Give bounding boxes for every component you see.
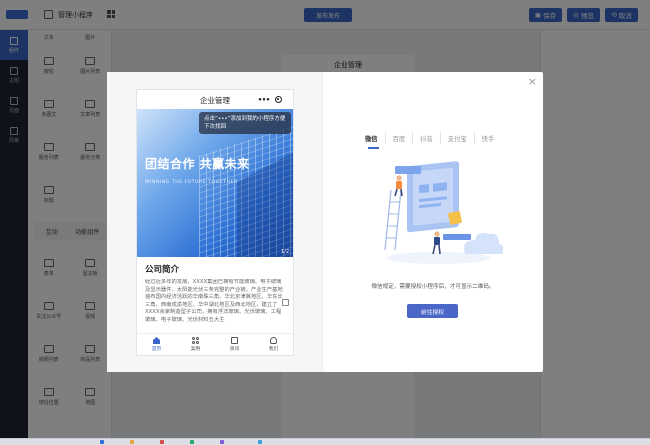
- grid-icon: [192, 337, 199, 344]
- tab-baidu[interactable]: 百度: [384, 132, 413, 144]
- tab-label: 首页: [151, 347, 162, 352]
- taskbar-app-icon[interactable]: [130, 440, 134, 444]
- add-to-my-programs-tip: 点击“•••”添加到我的小程序方便下次找回: [199, 112, 291, 134]
- phone-header: 企业管理 •••: [137, 90, 293, 109]
- taskbar-app-icon[interactable]: [190, 440, 194, 444]
- authorization-illustration: [384, 161, 503, 264]
- tab-home[interactable]: 首页: [137, 334, 176, 355]
- phone-preview-pane: 企业管理 ••• 团结合作 共赢未来 WINNING THE FUTURE TO…: [107, 72, 323, 372]
- taskbar-app-icon[interactable]: [100, 440, 104, 444]
- authorization-hint: 微信规定，需要授权小程序后，才可显示二维码。: [371, 284, 495, 290]
- authorize-button[interactable]: 前往授权: [407, 304, 458, 318]
- taskbar-app-icon[interactable]: [258, 440, 262, 444]
- banner-pager: 1/2: [280, 249, 289, 255]
- publish-preview-modal: × 企业管理 ••• 团结合作 共赢未来 WINNING THE FUTURE …: [107, 72, 543, 372]
- tab-douyin[interactable]: 抖音: [412, 132, 440, 144]
- tab-label: 我们: [268, 347, 279, 352]
- phone-preview: 企业管理 ••• 团结合作 共赢未来 WINNING THE FUTURE TO…: [136, 89, 294, 356]
- banner-slogan: 团结合作 共赢未来: [145, 157, 250, 171]
- user-icon: [270, 337, 277, 344]
- banner-slogan-en: WINNING THE FUTURE TOGETHER: [145, 180, 238, 185]
- home-icon: [153, 337, 160, 344]
- news-icon: [231, 337, 238, 344]
- tab-label: 案例: [190, 347, 201, 352]
- tab-cases[interactable]: 案例: [176, 334, 215, 355]
- tab-alipay[interactable]: 支付宝: [439, 132, 474, 144]
- tab-kuaishou[interactable]: 快手: [473, 132, 502, 144]
- mini-program-capsule[interactable]: •••: [255, 94, 285, 105]
- active-tab-indicator: [368, 147, 379, 149]
- close-program-icon[interactable]: [275, 96, 283, 103]
- taskbar-app-icon[interactable]: [220, 440, 224, 444]
- share-icon[interactable]: [282, 299, 289, 306]
- banner-image[interactable]: 团结合作 共赢未来 WINNING THE FUTURE TOGETHER 1/…: [137, 109, 293, 257]
- tab-news[interactable]: 资讯: [215, 334, 254, 355]
- os-taskbar: [0, 438, 650, 445]
- platform-tabs: 微信 百度 抖音 支付宝 快手: [361, 132, 501, 144]
- tab-about[interactable]: 我们: [254, 334, 293, 355]
- taskbar-app-icon[interactable]: [160, 440, 164, 444]
- intro-body: 经过近多年的发展，XXXX集团已拥有节能玻璃、电子玻璃及显示器件、太阳能光伏三条…: [145, 279, 283, 323]
- more-icon[interactable]: •••: [258, 96, 270, 104]
- tab-wechat[interactable]: 微信: [361, 132, 385, 144]
- intro-title: 公司简介: [145, 265, 180, 275]
- phone-tabbar: 首页 案例 资讯 我们: [137, 333, 293, 355]
- platform-auth-pane: 微信 百度 抖音 支付宝 快手 微信规定，需要授权小程序后，才可显示二维码。 前…: [323, 72, 543, 372]
- tab-label: 资讯: [229, 347, 240, 352]
